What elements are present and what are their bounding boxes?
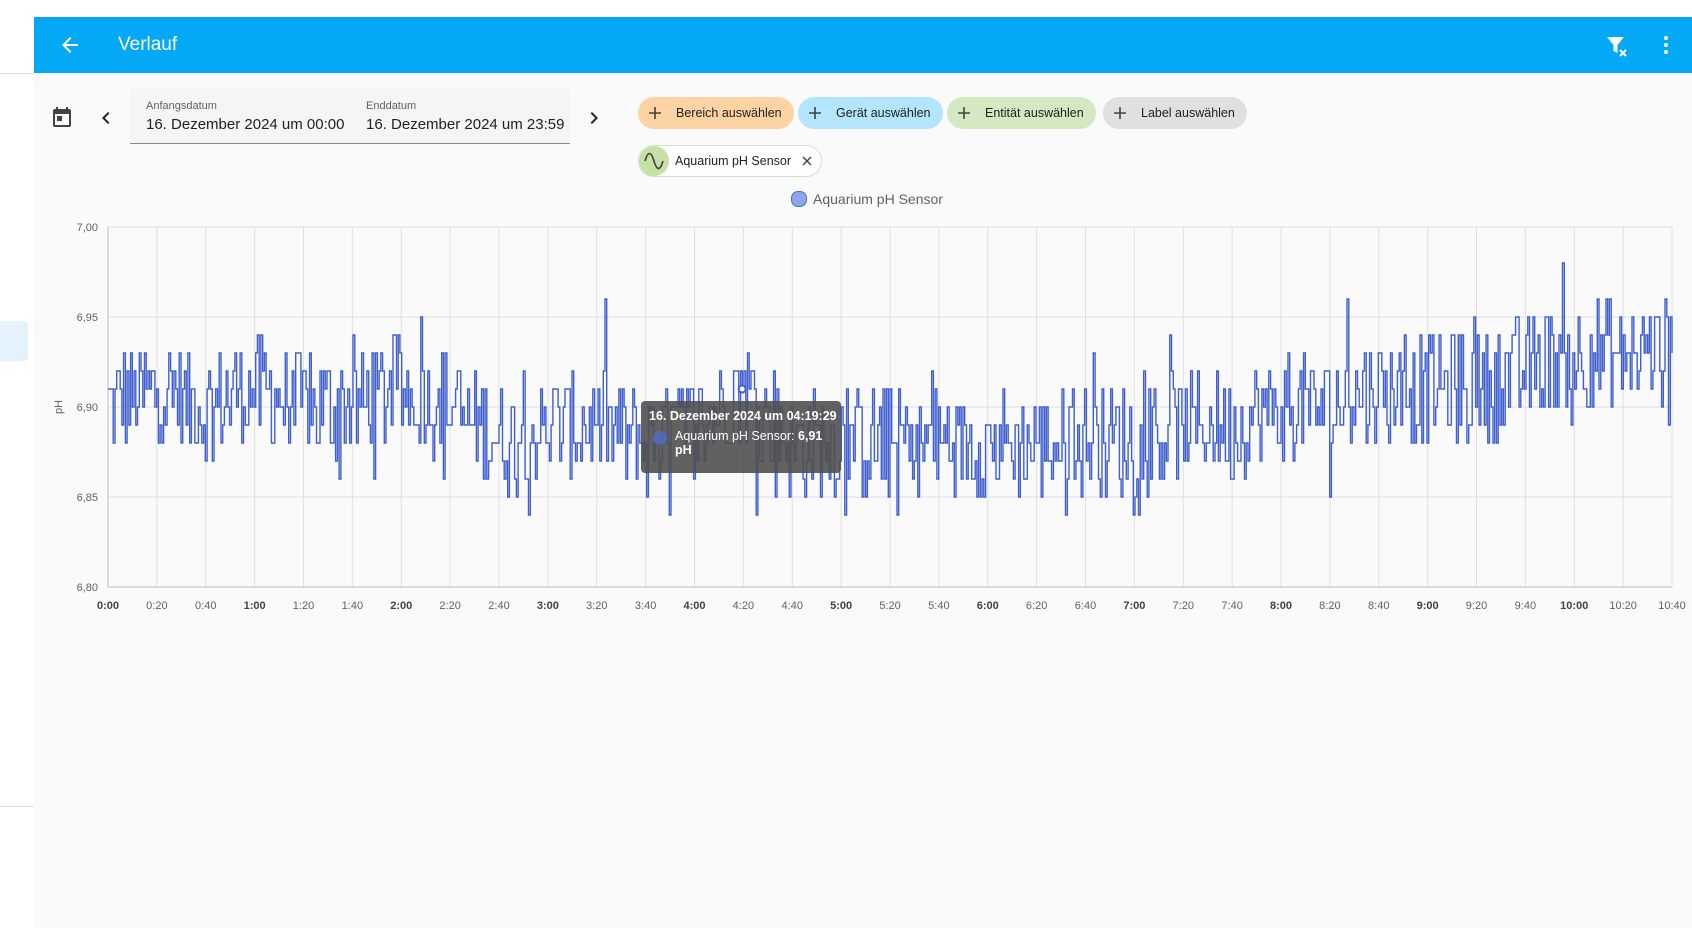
filter-remove-icon[interactable] (1604, 33, 1630, 59)
x-tick-label: 1:40 (342, 600, 363, 612)
x-tick-label: 3:40 (635, 600, 656, 612)
sidebar-divider (0, 73, 34, 74)
tooltip-unit: pH (675, 443, 692, 457)
x-tick-label: 2:00 (390, 600, 412, 612)
history-panel: Anfangsdatum 16. Dezember 2024 um 00:00 … (34, 73, 1692, 928)
x-tick-label: 4:20 (733, 600, 754, 612)
x-tick-label: 4:00 (683, 600, 705, 612)
dots-vertical-icon[interactable] (1654, 33, 1678, 57)
x-tick-label: 2:40 (488, 600, 509, 612)
x-tick-label: 6:00 (977, 600, 999, 612)
sidebar (0, 0, 35, 928)
x-tick-label: 9:40 (1515, 600, 1536, 612)
x-tick-label: 2:20 (439, 600, 460, 612)
highlight-point (737, 384, 747, 394)
x-tick-label: 9:20 (1466, 600, 1487, 612)
x-tick-label: 10:00 (1560, 600, 1588, 612)
x-tick-label: 4:40 (782, 600, 803, 612)
x-tick-label: 8:40 (1368, 600, 1389, 612)
x-tick-label: 7:20 (1173, 600, 1194, 612)
y-tick-label: 7,00 (77, 222, 98, 234)
app-header: Verlauf (34, 17, 1692, 73)
y-axis-label: pH (53, 400, 65, 414)
x-tick-label: 5:00 (830, 600, 852, 612)
x-tick-label: 0:40 (195, 600, 216, 612)
x-tick-label: 0:20 (146, 600, 167, 612)
x-tick-label: 6:20 (1026, 600, 1047, 612)
x-tick-label: 10:40 (1658, 600, 1686, 612)
y-tick-label: 6,85 (77, 492, 98, 504)
sidebar-item-history[interactable] (0, 321, 28, 361)
x-tick-label: 7:00 (1123, 600, 1145, 612)
x-tick-label: 5:40 (928, 600, 949, 612)
x-tick-label: 5:20 (879, 600, 900, 612)
x-tick-label: 9:00 (1417, 600, 1439, 612)
x-tick-label: 7:40 (1221, 600, 1242, 612)
tooltip-series: Aquarium pH Sensor: (675, 429, 795, 443)
history-chart[interactable]: 6,80 6,85 6,90 6,95 7,00 0:00 0:20 0:40 1:00 1:20… (34, 73, 1692, 633)
x-tick-label: 8:00 (1270, 600, 1292, 612)
tooltip-title: 16. Dezember 2024 um 04:19:29 (649, 409, 837, 423)
x-tick-label: 3:00 (537, 600, 559, 612)
x-tick-label: 6:40 (1075, 600, 1096, 612)
tooltip-value: 6,91 (798, 429, 823, 443)
y-tick-label: 6,90 (77, 402, 98, 414)
x-tick-label: 8:20 (1319, 600, 1340, 612)
top-strip (34, 0, 1692, 17)
x-tick-label: 10:20 (1609, 600, 1637, 612)
x-tick-label: 0:00 (97, 600, 119, 612)
sidebar-divider (0, 806, 34, 807)
x-tick-label: 1:20 (293, 600, 314, 612)
arrow-left-icon[interactable] (58, 33, 82, 57)
y-tick-label: 6,95 (77, 312, 98, 324)
tooltip-marker (653, 431, 667, 445)
page-title: Verlauf (118, 34, 178, 55)
x-tick-label: 1:00 (244, 600, 266, 612)
x-tick-label: 3:20 (586, 600, 607, 612)
chart-tooltip: 16. Dezember 2024 um 04:19:29 Aquarium p… (641, 401, 841, 473)
y-tick-label: 6,80 (77, 582, 98, 594)
